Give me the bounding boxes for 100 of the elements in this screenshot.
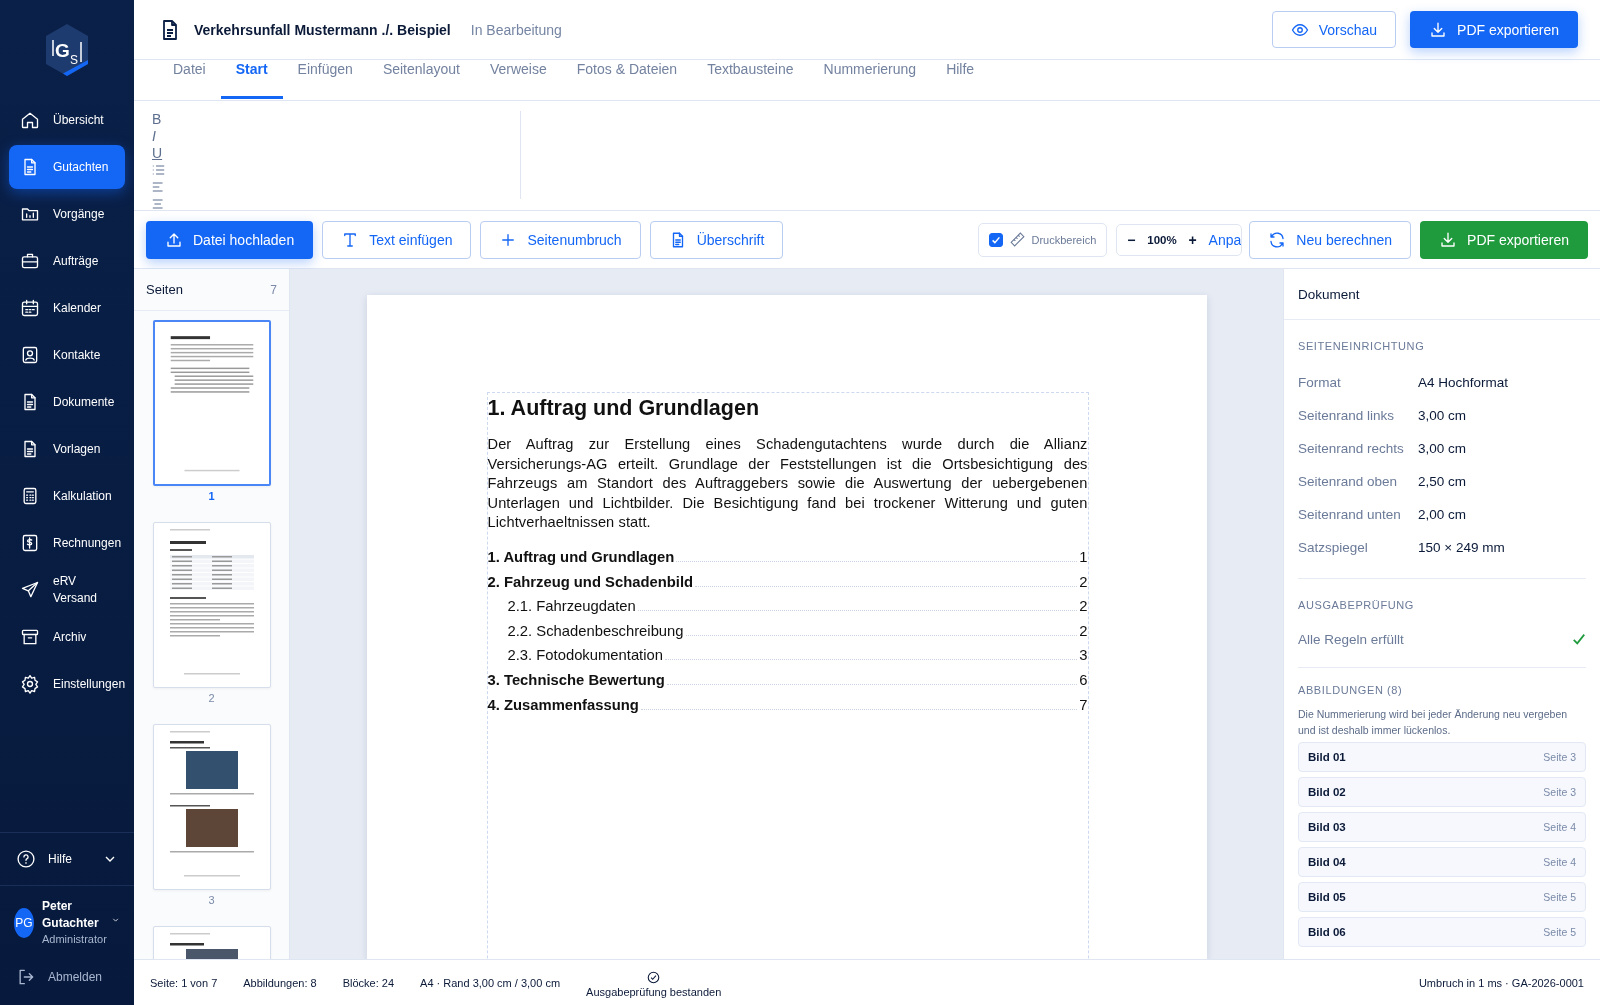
toc-entry[interactable]: 2.3. Fotodokumentation	[507, 647, 663, 664]
property-label: Seitenrand oben	[1298, 474, 1399, 489]
paragraph: Der Auftrag zur Erstellung eines Schadengutachtens wurde durch die Allianz Versicherungs-AG erteilt. Grundlage der Feststellungen ist die Ortsbesichtigung des Fahrzeugs am Standort des Auftraggebers sowie die Auswertung der uebergebenen Unterlagen und Lichtbilder. Die Besichtigung fand bei trockener Witterung und guten Lichtverhaeltnissen statt.	[487, 435, 1088, 533]
zoom-out-button[interactable]: −	[1125, 231, 1138, 248]
download-icon	[1429, 20, 1448, 39]
nav-item[interactable]: Gutachten	[9, 145, 125, 189]
toc-page-number: 6	[1079, 671, 1088, 688]
refresh-icon	[1268, 230, 1287, 249]
ribbon-tab[interactable]: Datei	[158, 59, 221, 99]
toolbar-button[interactable]: Seitenumbruch	[480, 220, 641, 259]
nav-item[interactable]: Übersicht	[9, 98, 125, 142]
status-item: A4 · Rand 3,00 cm / 3,00 cm	[420, 976, 561, 989]
fit-button[interactable]: Anpa	[1202, 231, 1242, 248]
status-item: Seite: 1 von 7	[150, 976, 218, 989]
status-item: Umbruch in 1 ms · GA-2026-0001	[1418, 976, 1584, 989]
page-number: 1	[208, 490, 215, 502]
page-number: 3	[208, 894, 215, 906]
print-area-toggle[interactable]: Druckbereich	[977, 222, 1108, 257]
zoom-in-button[interactable]: +	[1186, 231, 1199, 248]
calendar-icon	[20, 298, 40, 318]
toc-entry[interactable]: 2.2. Schadenbeschreibung	[507, 622, 684, 639]
figure-item[interactable]: Bild 02 Seite 3	[1298, 777, 1586, 807]
section-label: ABBILDUNGEN (8)	[1298, 684, 1404, 696]
status-item: Ausgabeprüfung bestanden	[586, 986, 722, 998]
logout-button[interactable]: Abmelden	[0, 957, 119, 1005]
nav-item[interactable]: Kontakte	[9, 333, 125, 377]
check-circle-icon	[647, 971, 661, 984]
section-heading: 1. Auftrag und Grundlagen	[487, 395, 761, 421]
format-button[interactable]: I	[152, 128, 156, 145]
nav-item[interactable]: Kalkulation	[9, 474, 125, 518]
recalculate-button[interactable]: Neu berechnen	[1249, 220, 1412, 259]
toc-page-number: 7	[1079, 696, 1088, 713]
toc-page-number: 2	[1079, 573, 1088, 590]
avatar: PG	[14, 907, 34, 938]
toolbar-button[interactable]: Datei hochladen	[146, 220, 314, 259]
ribbon-tab[interactable]: Hilfe	[931, 59, 990, 99]
nav-item[interactable]: Einstellungen	[9, 662, 125, 706]
ribbon-tab[interactable]: Nummerierung	[808, 59, 932, 99]
checkbox[interactable]	[988, 232, 1003, 247]
user-name: Peter Gutachter	[42, 898, 100, 932]
panel-title: Seiten	[146, 282, 183, 297]
nav-item[interactable]: Aufträge	[9, 239, 125, 283]
property-value: 2,00 cm	[1418, 507, 1467, 522]
home-icon	[20, 110, 40, 130]
nav-item[interactable]: Kalender	[9, 286, 125, 330]
toc-entry[interactable]: 2. Fahrzeug und Schadenbild	[487, 573, 694, 590]
property-value: 3,00 cm	[1418, 441, 1467, 456]
export-pdf-button[interactable]: PDF exportieren	[1420, 220, 1588, 259]
ribbon-tab[interactable]: Fotos & Dateien	[561, 59, 693, 99]
toc-entry[interactable]: 1. Auftrag und Grundlagen	[487, 548, 675, 565]
toc-entry[interactable]: 4. Zusammenfassung	[487, 696, 639, 713]
figure-item[interactable]: Bild 01 Seite 3	[1298, 742, 1586, 772]
section-label: AUSGABEPRÜFUNG	[1298, 599, 1415, 611]
toc-entry[interactable]: 3. Technische Bewertung	[487, 671, 665, 688]
toolbar-button[interactable]: Text einfügen	[322, 220, 472, 259]
toc-page-number: 2	[1079, 598, 1088, 615]
list-icon[interactable]	[152, 164, 165, 176]
nav-item[interactable]: Rechnungen	[9, 521, 125, 565]
download-icon	[1439, 230, 1458, 249]
figure-item[interactable]: Bild 04 Seite 4	[1298, 847, 1586, 877]
nav-item[interactable]: Vorlagen	[9, 427, 125, 471]
ribbon-tab[interactable]: Textbausteine	[692, 59, 809, 99]
preview-button[interactable]: Vorschau	[1271, 11, 1397, 48]
hint-text: Die Nummerierung wird bei jeder Änderung neu vergeben und ist deshalb immer lückenlos.	[1298, 707, 1569, 738]
format-button[interactable]: U	[152, 145, 163, 162]
page-number: 2	[208, 692, 215, 704]
export-pdf-button[interactable]: PDF exportieren	[1410, 11, 1578, 48]
ribbon-tab[interactable]: Start	[220, 59, 283, 99]
nav-item[interactable]: Dokumente	[9, 380, 125, 424]
status-item: Abbildungen: 8	[243, 976, 317, 989]
briefcase-icon	[20, 251, 40, 271]
toolbar-button[interactable]: Überschrift	[649, 220, 784, 259]
status-item: Blöcke: 24	[342, 976, 395, 989]
ribbon-tab[interactable]: Einfügen	[282, 59, 368, 99]
figure-item[interactable]: Bild 05 Seite 5	[1298, 882, 1586, 912]
align-left-icon[interactable]	[152, 181, 165, 193]
property-label: Seitenrand unten	[1298, 507, 1402, 522]
nav-item[interactable]: eRV Versand	[9, 568, 125, 612]
property-label: Seitenrand links	[1298, 408, 1396, 423]
align-center-icon[interactable]	[152, 198, 165, 210]
page-count: 7	[270, 282, 277, 297]
property-value: 3,00 cm	[1418, 408, 1467, 423]
property-value: 150 × 249 mm	[1418, 540, 1505, 555]
property-value: A4 Hochformat	[1418, 375, 1509, 390]
toc-entry[interactable]: 2.1. Fahrzeugdaten	[507, 598, 636, 615]
toc-page-number: 2	[1079, 622, 1088, 639]
page-thumbnail[interactable]	[152, 320, 271, 486]
nav-item[interactable]: Archiv	[9, 615, 125, 659]
document-title: Verkehrsunfall Mustermann ./. Beispiel	[194, 21, 451, 38]
nav-item[interactable]: Vorgänge	[9, 192, 125, 236]
settings-icon	[20, 674, 40, 694]
format-button[interactable]: B	[152, 111, 162, 128]
toc-page-number: 1	[1079, 548, 1088, 565]
zoom-value: 100%	[1146, 233, 1178, 246]
ribbon-tab[interactable]: Verweise	[474, 59, 562, 99]
figure-item[interactable]: Bild 03 Seite 4	[1298, 812, 1586, 842]
figure-item[interactable]: Bild 06 Seite 5	[1298, 917, 1586, 947]
property-label: Seitenrand rechts	[1298, 441, 1405, 456]
ribbon-tab[interactable]: Seitenlayout	[367, 59, 475, 99]
upload-icon	[165, 230, 183, 249]
